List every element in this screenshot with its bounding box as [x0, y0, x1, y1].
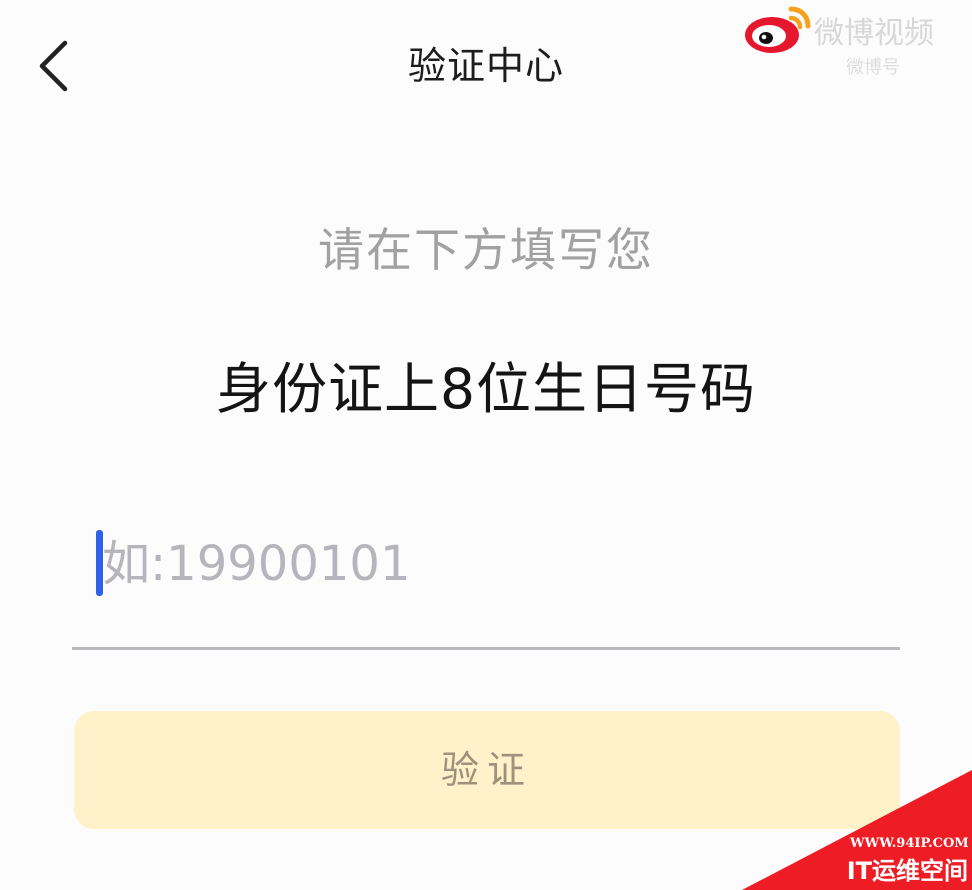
birthday-input[interactable]: [102, 522, 882, 606]
instruction-line2: 身份证上8位生日号码: [216, 357, 756, 421]
watermark-subtext: 微博号: [846, 57, 900, 78]
navigation-bar: 验证中心 微博视频 微博号: [0, 0, 972, 130]
site-brand: IT运维空间: [846, 857, 968, 885]
watermark-text: 微博视频: [814, 16, 934, 51]
site-watermark: WWW.94IP.COM IT运维空间: [742, 770, 972, 890]
birthday-input-row: [72, 522, 900, 650]
instruction-line1: 请在下方填写您: [318, 223, 654, 277]
verify-button-label: 验证: [440, 748, 533, 792]
input-underline: [72, 647, 900, 650]
weibo-logo-icon: [745, 6, 811, 53]
site-url: WWW.94IP.COM: [850, 836, 969, 851]
weibo-watermark: 微博视频 微博号: [742, 4, 972, 84]
